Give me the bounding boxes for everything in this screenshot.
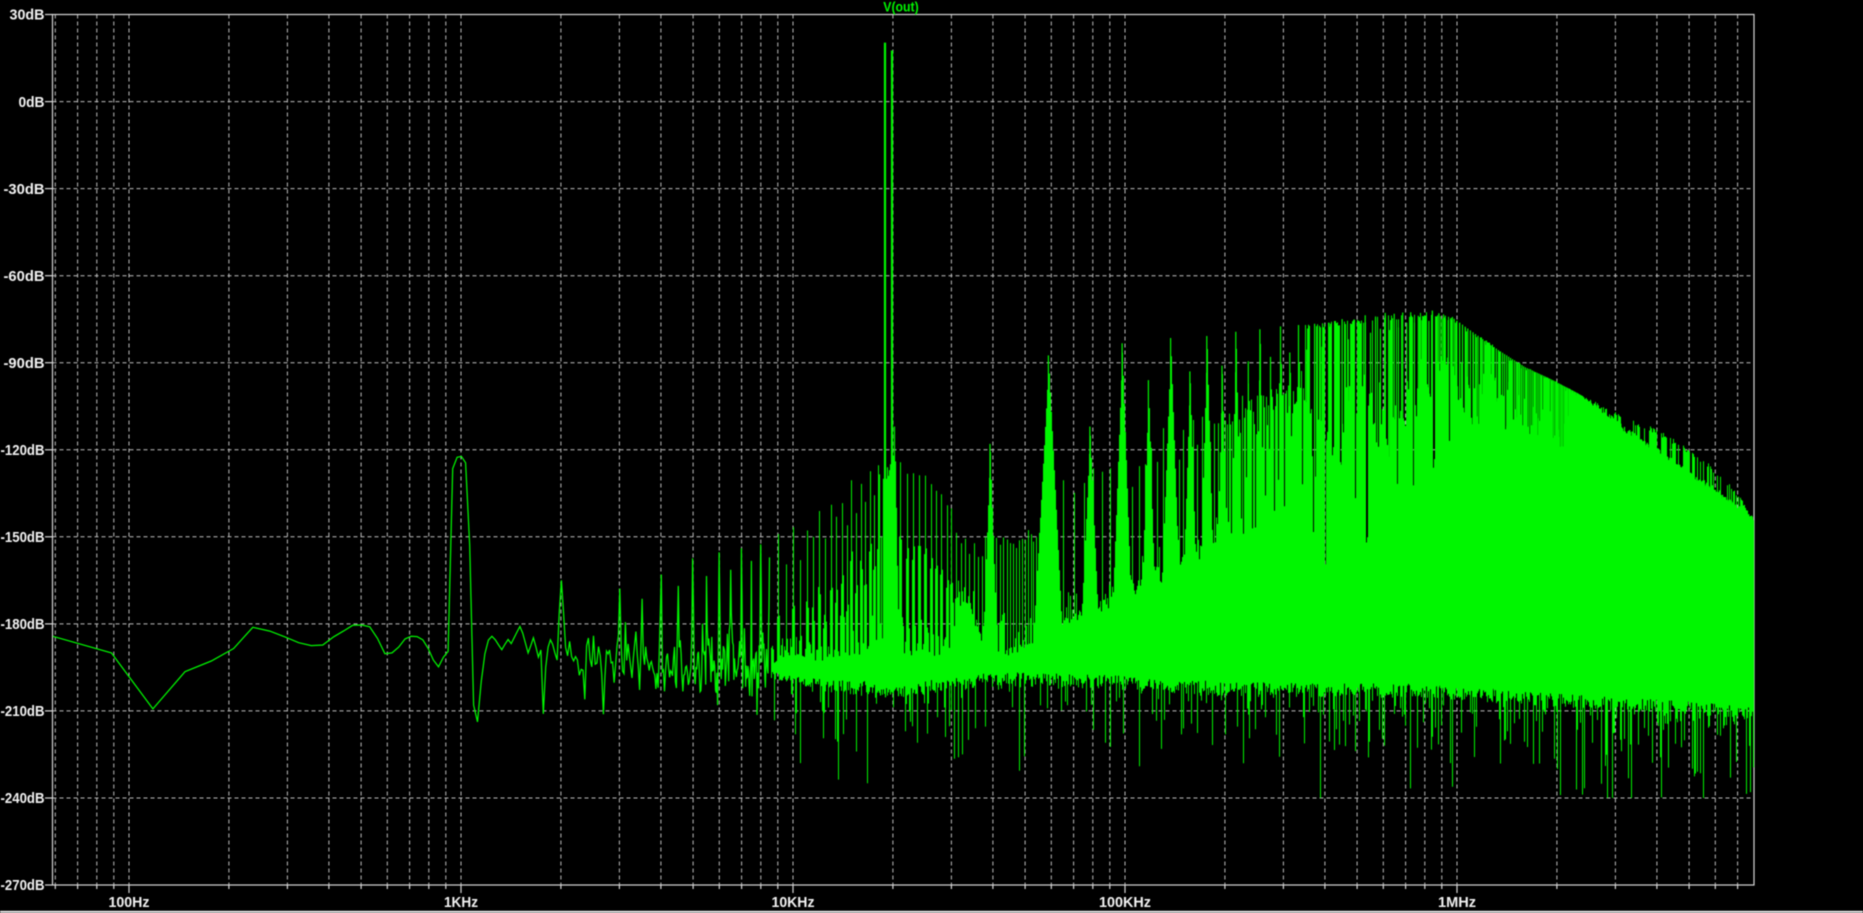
svg-text:1KHz: 1KHz (444, 894, 478, 911)
svg-text:100KHz: 100KHz (1099, 894, 1151, 911)
svg-text:-120dB: -120dB (1, 442, 45, 459)
svg-text:-180dB: -180dB (1, 616, 45, 633)
svg-text:-210dB: -210dB (1, 703, 45, 720)
svg-text:1MHz: 1MHz (1438, 894, 1476, 911)
svg-text:-90dB: -90dB (4, 355, 45, 372)
svg-text:V(out): V(out) (883, 0, 919, 15)
svg-text:-30dB: -30dB (4, 181, 45, 198)
svg-text:0dB: 0dB (19, 94, 45, 111)
svg-text:100Hz: 100Hz (109, 894, 150, 911)
svg-text:10KHz: 10KHz (772, 894, 815, 911)
svg-text:-60dB: -60dB (4, 268, 45, 285)
svg-text:-270dB: -270dB (1, 877, 45, 894)
svg-text:30dB: 30dB (10, 7, 45, 24)
svg-text:-150dB: -150dB (1, 529, 45, 546)
svg-text:-240dB: -240dB (1, 790, 45, 807)
